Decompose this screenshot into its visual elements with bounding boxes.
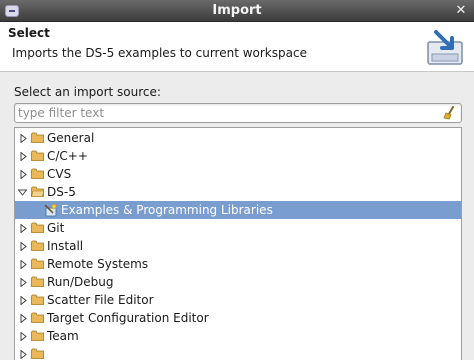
- tree-item-scatter-file-editor[interactable]: Scatter File Editor: [15, 291, 461, 309]
- expand-arrow-icon[interactable]: [18, 345, 30, 360]
- tree-item-team[interactable]: Team: [15, 327, 461, 345]
- filter-field[interactable]: [14, 103, 462, 123]
- close-button[interactable]: ✕: [452, 2, 470, 20]
- tree-item-git[interactable]: Git: [15, 219, 461, 237]
- expand-arrow-icon[interactable]: [18, 327, 30, 345]
- tree-item-label: Team: [47, 329, 79, 343]
- tree-item-label: Run/Debug: [47, 275, 114, 289]
- tree-item-label: General: [47, 131, 95, 145]
- tree-item-label: Remote Systems: [47, 257, 149, 271]
- tree-item-label: DS-5: [47, 185, 76, 199]
- folder-icon: [31, 312, 44, 323]
- tree-item-examples-programming-libraries[interactable]: Examples & Programming Libraries: [15, 201, 461, 219]
- import-wizard-icon: [427, 30, 463, 65]
- tree-item-label: Target Configuration Editor: [47, 311, 209, 325]
- expand-arrow-icon[interactable]: [18, 165, 30, 183]
- open-folder-icon: [31, 186, 44, 197]
- expand-arrow-icon[interactable]: [18, 219, 30, 237]
- tree-item-target-configuration-editor[interactable]: Target Configuration Editor: [15, 309, 461, 327]
- tree-item-c-cpp[interactable]: C/C++: [15, 147, 461, 165]
- folder-icon: [31, 168, 44, 179]
- tree-item-label: C/C++: [47, 149, 88, 163]
- folder-icon: [31, 222, 44, 233]
- expand-arrow-icon[interactable]: [18, 273, 30, 291]
- page-title: Select: [8, 26, 50, 40]
- wizard-header: Select Imports the DS-5 examples to curr…: [0, 22, 474, 72]
- tree-item-cvs[interactable]: CVS: [15, 165, 461, 183]
- title-bar: Import ✕: [0, 0, 474, 22]
- import-source-panel: Select an import source: General C/C++ C…: [0, 72, 474, 360]
- folder-icon: [31, 276, 44, 287]
- folder-icon: [31, 348, 44, 359]
- page-description: Imports the DS-5 examples to current wor…: [12, 46, 307, 60]
- expand-arrow-icon[interactable]: [18, 147, 30, 165]
- expand-arrow-icon[interactable]: [18, 237, 30, 255]
- folder-icon: [31, 150, 44, 161]
- filter-input[interactable]: [18, 105, 438, 121]
- tree-item-remote-systems[interactable]: Remote Systems: [15, 255, 461, 273]
- tree-item-install[interactable]: Install: [15, 237, 461, 255]
- expand-arrow-icon[interactable]: [18, 255, 30, 273]
- expand-arrow-icon[interactable]: [18, 291, 30, 309]
- import-source-label: Select an import source:: [14, 85, 161, 99]
- tree-item-label: Scatter File Editor: [47, 293, 154, 307]
- collapse-arrow-icon[interactable]: [16, 183, 28, 201]
- examples-wizard-icon: [44, 202, 58, 217]
- expand-arrow-icon[interactable]: [18, 309, 30, 327]
- expand-arrow-icon[interactable]: [18, 129, 30, 147]
- tree-item-label: Git: [47, 221, 65, 235]
- tree-item-ds-5[interactable]: DS-5: [15, 183, 461, 201]
- folder-icon: [31, 294, 44, 305]
- tree-item-partial[interactable]: [15, 345, 461, 360]
- folder-icon: [31, 132, 44, 143]
- folder-icon: [31, 330, 44, 341]
- tree-item-run-debug[interactable]: Run/Debug: [15, 273, 461, 291]
- folder-icon: [31, 258, 44, 269]
- folder-icon: [31, 240, 44, 251]
- tree-item-label: CVS: [47, 167, 72, 181]
- window-title: Import: [212, 3, 262, 18]
- tree-item-label: Install: [47, 239, 84, 253]
- clear-filter-icon[interactable]: [443, 106, 457, 120]
- import-source-tree[interactable]: General C/C++ CVS DS-5 Examples & Progra…: [14, 127, 462, 360]
- tree-item-label: Examples & Programming Libraries: [61, 203, 273, 217]
- tree-item-general[interactable]: General: [15, 129, 461, 147]
